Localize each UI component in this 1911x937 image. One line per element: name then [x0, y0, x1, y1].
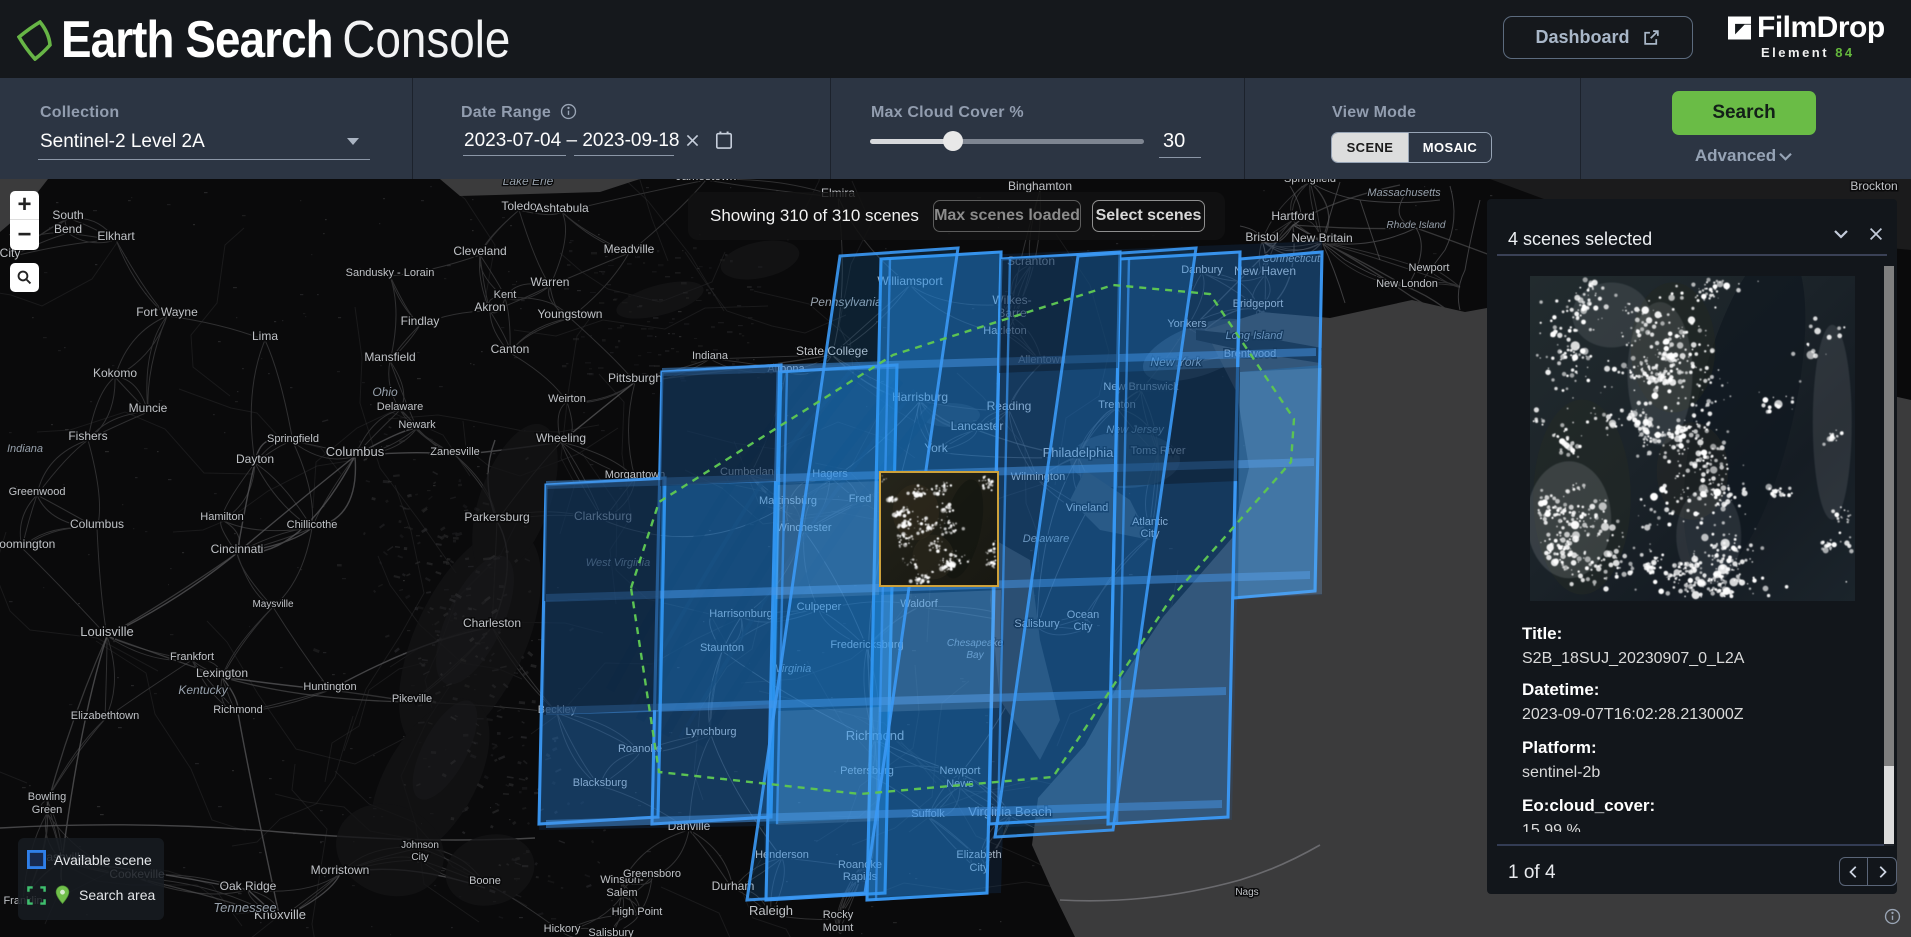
svg-text:Charleston: Charleston [463, 616, 521, 630]
svg-text:Pikeville: Pikeville [392, 693, 432, 705]
svg-text:Greenwood: Greenwood [9, 486, 66, 498]
svg-text:Binghamton: Binghamton [1008, 179, 1072, 193]
svg-text:Greensboro: Greensboro [623, 868, 681, 880]
svg-text:Fishers: Fishers [68, 429, 107, 443]
svg-text:High Point: High Point [612, 906, 663, 918]
svg-text:Warren: Warren [531, 275, 570, 289]
svg-text:Rocky: Rocky [823, 909, 854, 921]
svg-text:Massachusetts: Massachusetts [1367, 187, 1441, 199]
svg-text:Bowling: Bowling [28, 791, 67, 803]
svg-text:Newark: Newark [398, 419, 436, 431]
svg-text:Huntington: Huntington [303, 681, 356, 693]
svg-text:Youngstown: Youngstown [538, 307, 603, 321]
svg-text:Morristown: Morristown [311, 863, 370, 877]
svg-text:Lexington: Lexington [196, 666, 248, 680]
svg-text:Boone: Boone [469, 875, 501, 887]
svg-text:Nags: Nags [1235, 887, 1258, 898]
svg-text:Maysville: Maysville [252, 599, 294, 610]
svg-text:Akron: Akron [474, 300, 505, 314]
svg-text:Hamilton: Hamilton [200, 511, 243, 523]
svg-text:Fort Wayne: Fort Wayne [136, 305, 198, 319]
svg-text:Indiana: Indiana [692, 350, 729, 362]
svg-text:Tennessee: Tennessee [213, 900, 276, 915]
svg-text:Pittsburgh: Pittsburgh [608, 371, 662, 385]
svg-text:Delaware: Delaware [377, 401, 423, 413]
svg-text:Cincinnati: Cincinnati [211, 542, 264, 556]
svg-text:Salisbury: Salisbury [588, 927, 634, 937]
svg-text:Springfield: Springfield [1284, 179, 1336, 185]
svg-text:Oak Ridge: Oak Ridge [220, 879, 277, 893]
svg-text:Hickory: Hickory [544, 923, 581, 935]
svg-text:Ohio: Ohio [372, 385, 398, 399]
svg-text:Parkersburg: Parkersburg [464, 510, 529, 524]
svg-text:Richmond: Richmond [213, 704, 263, 716]
svg-text:Meadville: Meadville [604, 242, 655, 256]
svg-text:Louisville: Louisville [80, 624, 133, 639]
svg-text:Kentucky: Kentucky [178, 683, 228, 697]
svg-text:South: South [52, 208, 83, 222]
svg-text:Hartford: Hartford [1271, 209, 1314, 223]
svg-text:Raleigh: Raleigh [749, 903, 793, 918]
svg-text:Bend: Bend [54, 222, 82, 236]
svg-text:Zanesville: Zanesville [430, 446, 480, 458]
svg-text:Bristol: Bristol [1245, 230, 1278, 244]
svg-text:City: City [411, 852, 428, 863]
svg-text:Findlay: Findlay [401, 314, 440, 328]
svg-text:Newport: Newport [1409, 262, 1450, 274]
svg-text:Frankfort: Frankfort [170, 651, 214, 663]
svg-text:Johnson: Johnson [401, 840, 439, 851]
svg-text:Dayton: Dayton [236, 452, 274, 466]
svg-text:Columbus: Columbus [326, 444, 385, 459]
svg-text:Elkhart: Elkhart [97, 229, 135, 243]
svg-text:Bloomington: Bloomington [0, 537, 55, 551]
svg-text:Muncie: Muncie [129, 401, 168, 415]
svg-text:Lake Erie: Lake Erie [503, 179, 554, 188]
svg-text:Chillicothe: Chillicothe [287, 519, 338, 531]
svg-text:Indiana: Indiana [7, 443, 43, 455]
svg-text:Canton: Canton [491, 342, 530, 356]
svg-text:Kokomo: Kokomo [93, 366, 137, 380]
svg-text:Ashtabula: Ashtabula [535, 201, 589, 215]
svg-text:Weirton: Weirton [548, 393, 586, 405]
svg-text:Cleveland: Cleveland [453, 244, 506, 258]
svg-text:New London: New London [1376, 278, 1438, 290]
svg-text:Columbus: Columbus [70, 517, 124, 531]
svg-text:Sandusky - Lorain: Sandusky - Lorain [346, 267, 435, 279]
svg-text:Green: Green [32, 804, 63, 816]
svg-text:Springfield: Springfield [267, 433, 319, 445]
svg-text:Mount: Mount [823, 922, 854, 934]
svg-text:Toledo: Toledo [501, 199, 537, 213]
svg-text:Brockton: Brockton [1850, 179, 1897, 193]
svg-text:Elizabethtown: Elizabethtown [71, 710, 140, 722]
svg-text:Jamestown: Jamestown [676, 179, 737, 183]
svg-text:Lima: Lima [252, 329, 278, 343]
svg-text:Salem: Salem [606, 887, 637, 899]
svg-text:Mansfield: Mansfield [364, 350, 415, 364]
svg-text:Wheeling: Wheeling [536, 431, 586, 445]
svg-text:Rhode Island: Rhode Island [1387, 220, 1446, 231]
